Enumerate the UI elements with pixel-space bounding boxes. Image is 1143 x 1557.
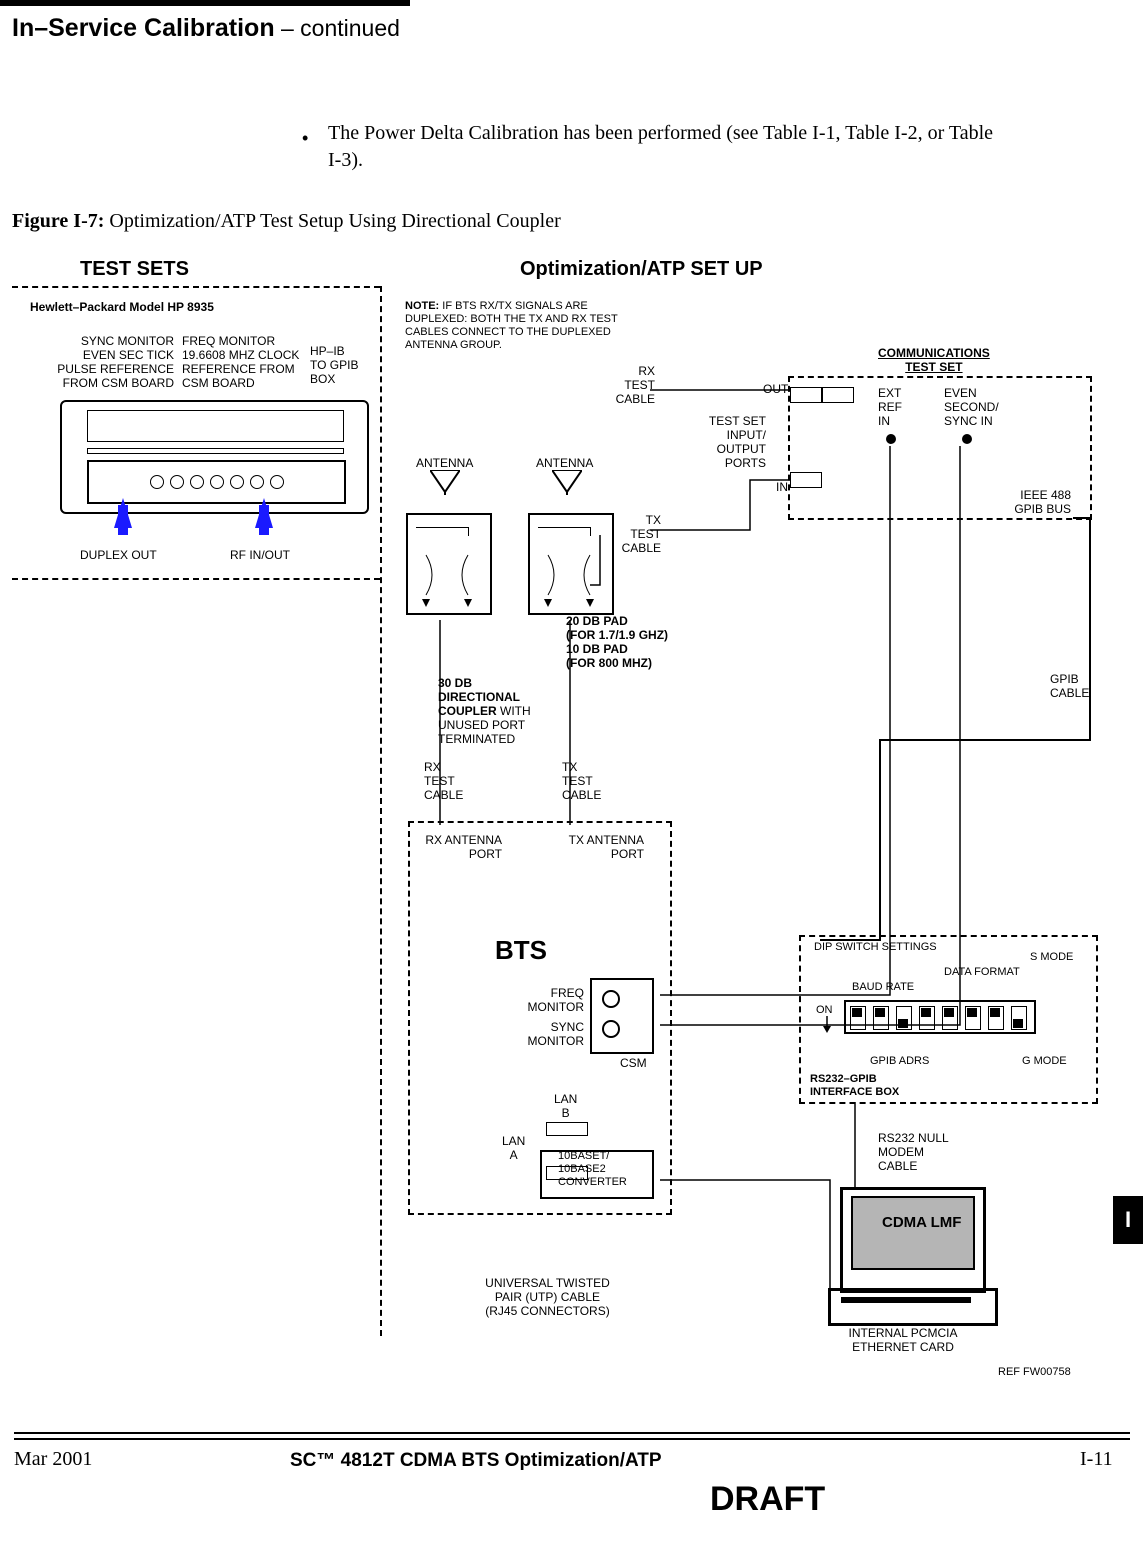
- dip-title: DIP SWITCH SETTINGS: [814, 941, 937, 954]
- dir-coupler-label: 30 DB DIRECTIONAL COUPLER WITH UNUSED PO…: [438, 676, 531, 746]
- page-title: In–Service Calibration – continued: [12, 14, 400, 43]
- dip-switches: [844, 1000, 1036, 1034]
- note-text: NOTE: IF BTS RX/TX SIGNALS ARE DUPLEXED:…: [405, 300, 685, 352]
- coupler-box: [528, 513, 614, 615]
- out-port: [790, 387, 822, 403]
- bts-label: BTS: [495, 935, 547, 966]
- in-port: [790, 472, 822, 488]
- title-cont: – continued: [275, 15, 400, 41]
- note-bold: NOTE:: [405, 300, 439, 312]
- hpib-label: HP–IB TO GPIB BOX: [310, 344, 358, 386]
- rx-test-cable-label: RX TEST CABLE: [611, 364, 655, 406]
- arrow-up-icon: [114, 498, 132, 528]
- page-break-bottom: [14, 1438, 1130, 1440]
- in-label: IN: [776, 480, 788, 494]
- div-dash: [12, 578, 380, 580]
- lana-label: LAN A: [502, 1134, 525, 1162]
- bullet-icon: •: [302, 128, 308, 149]
- section-opt: Optimization/ATP SET UP: [520, 258, 763, 281]
- gpib-cable-label: GPIB CABLE: [1050, 672, 1089, 700]
- freq-mon-label: FREQ MONITOR: [520, 986, 584, 1014]
- utp-label: UNIVERSAL TWISTED PAIR (UTP) CABLE (RJ45…: [470, 1276, 625, 1318]
- port-dot: [886, 434, 896, 444]
- section-testsets: TEST SETS: [80, 258, 189, 281]
- header-strip: [0, 0, 410, 6]
- coupler-box: [406, 513, 492, 615]
- sync-mon-label: SYNC MONITOR: [520, 1020, 584, 1048]
- extref-label: EXT REF IN: [878, 386, 902, 428]
- baset-label: 10BASET/ 10BASE2 CONVERTER: [558, 1150, 627, 1189]
- lan-port: [546, 1122, 588, 1136]
- antenna-label2: ANTENNA: [536, 456, 593, 470]
- antenna-label1: ANTENNA: [416, 456, 473, 470]
- arrow-down-icon: [822, 1016, 832, 1034]
- db-pad-label: 20 DB PAD (FOR 1.7/1.9 GHZ) 10 DB PAD (F…: [566, 614, 668, 670]
- footer-date: Mar 2001: [14, 1448, 92, 1471]
- rx-test-cable-label2: RX TEST CABLE: [424, 760, 463, 802]
- footer-center: SC™ 4812T CDMA BTS Optimization/ATP: [290, 1450, 662, 1472]
- fig-tag: Figure I-7:: [12, 210, 104, 232]
- tx-test-cable-label2: TX TEST CABLE: [562, 760, 601, 802]
- rs232gpib-label: RS232–GPIB INTERFACE BOX: [810, 1073, 899, 1099]
- antenna-icon: [430, 470, 460, 495]
- footer-page: I-11: [1080, 1448, 1113, 1471]
- ref-label: REF FW00758: [998, 1366, 1071, 1379]
- cdma-lmf-label: CDMA LMF: [882, 1214, 961, 1231]
- figure-caption: Figure I-7: Optimization/ATP Test Setup …: [12, 210, 561, 233]
- fig-cap: Optimization/ATP Test Setup Using Direct…: [104, 210, 560, 232]
- title-bold: In–Service Calibration: [12, 14, 275, 42]
- tx-test-cable-label: TX TEST CABLE: [617, 513, 661, 555]
- body-text: The Power Delta Calibration has been per…: [328, 120, 1008, 174]
- baud-label: BAUD RATE: [852, 981, 914, 994]
- arrow-up-icon: [255, 498, 273, 528]
- sync-monitor-label: SYNC MONITOR EVEN SEC TICK PULSE REFEREN…: [44, 334, 174, 390]
- csm-label: CSM: [620, 1056, 647, 1070]
- duplex-out-label: DUPLEX OUT: [80, 548, 157, 562]
- side-index-I: I: [1113, 1196, 1143, 1244]
- out-port: [822, 387, 854, 403]
- lmf-base: [828, 1288, 998, 1326]
- hp-model-label: Hewlett–Packard Model HP 8935: [30, 300, 214, 314]
- pcmcia-label: INTERNAL PCMCIA ETHERNET CARD: [838, 1326, 968, 1354]
- page-break-top: [14, 1432, 1130, 1434]
- csm-box: [590, 978, 654, 1054]
- rf-inout-label: RF IN/OUT: [230, 548, 290, 562]
- antenna-icon: [552, 470, 582, 495]
- freq-monitor-label: FREQ MONITOR 19.6608 MHZ CLOCK REFERENCE…: [182, 334, 299, 390]
- draft-label: DRAFT: [710, 1480, 825, 1519]
- div-dash: [12, 286, 380, 288]
- hp8935-instrument: [60, 400, 369, 514]
- out-label: OUT: [763, 382, 788, 396]
- div-dash: [380, 286, 382, 1336]
- smode-label: S MODE: [1030, 951, 1073, 964]
- ieee488-label: IEEE 488 GPIB BUS: [1013, 488, 1071, 516]
- gpib-adrs-label: GPIB ADRS: [870, 1055, 929, 1068]
- gmode-label: G MODE: [1022, 1055, 1067, 1068]
- lanb-label: LAN B: [554, 1092, 577, 1120]
- evensync-label: EVEN SECOND/ SYNC IN: [944, 386, 999, 428]
- comm-testset-label: COMMUNICATIONS TEST SET: [878, 346, 990, 374]
- port-dot: [962, 434, 972, 444]
- testset-ports-label: TEST SET INPUT/ OUTPUT PORTS: [696, 414, 766, 470]
- rs232null-label: RS232 NULL MODEM CABLE: [878, 1131, 949, 1173]
- lmf-monitor: [840, 1187, 986, 1293]
- dataformat-label: DATA FORMAT: [944, 966, 1020, 979]
